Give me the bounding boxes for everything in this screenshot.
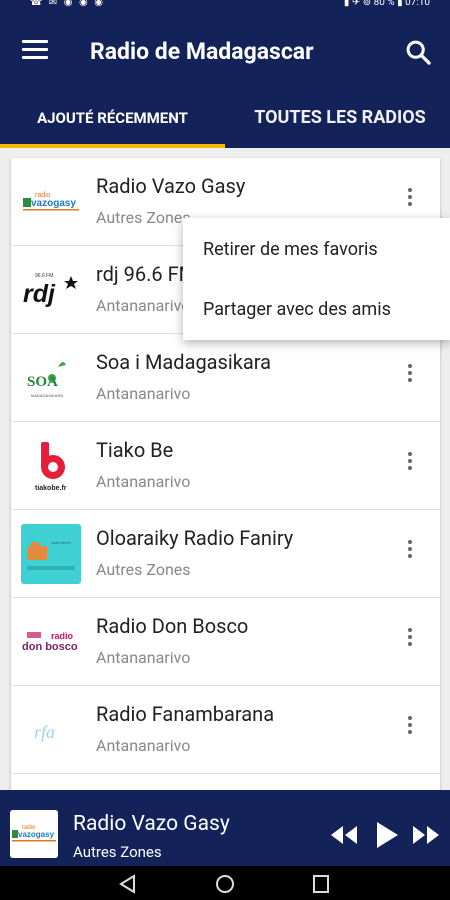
- svg-text:radio faniry: radio faniry: [51, 540, 71, 545]
- home-icon[interactable]: [214, 874, 236, 894]
- svg-text:vazogasy: vazogasy: [31, 198, 76, 209]
- station-location: Autres Zones: [96, 208, 191, 227]
- donbosco-logo: radio don bosco: [21, 612, 81, 672]
- back-icon[interactable]: [118, 874, 138, 894]
- station-name: Soa i Madagasikara: [96, 350, 272, 374]
- svg-text:radio: radio: [51, 631, 74, 641]
- menu-item-share-with-friends[interactable]: Partager avec des amis: [203, 288, 391, 332]
- station-row[interactable]: tiakobe.fr Tiako Be Antananarivo: [11, 422, 440, 510]
- station-name: rdj 96.6 FM: [96, 262, 197, 286]
- rfa-logo: rfa: [21, 700, 81, 760]
- status-bar: ☎ ✉ ◉ ◉ ◉ ▮ ✈ ⊚ 80 % ▮ 07:10: [0, 0, 450, 12]
- more-options-icon[interactable]: [402, 364, 418, 392]
- status-icons-left: ☎ ✉ ◉ ◉ ◉: [30, 0, 105, 8]
- hamburger-menu-icon[interactable]: [22, 40, 48, 62]
- station-name: Tiako Be: [96, 438, 174, 462]
- recents-icon[interactable]: [311, 874, 331, 894]
- station-name: Oloaraiky Radio Faniry: [96, 526, 294, 550]
- svg-text:96.6 FM: 96.6 FM: [35, 273, 53, 279]
- station-row[interactable]: SOA MADAGASIKARA Soa i Madagasikara Anta…: [11, 334, 440, 422]
- station-row[interactable]: rfa Radio Fanambarana Antananarivo: [11, 686, 440, 774]
- svg-text:MADAGASIKARA: MADAGASIKARA: [31, 393, 63, 398]
- more-options-icon[interactable]: [402, 540, 418, 568]
- svg-text:SOA: SOA: [27, 374, 58, 390]
- station-row[interactable]: radio faniry Oloaraiky Radio Faniry Autr…: [11, 510, 440, 598]
- player-station-name: Radio Vazo Gasy: [73, 812, 230, 836]
- status-icons-right: ▮ ✈ ⊚ 80 % ▮ 07:10: [343, 0, 430, 8]
- svg-text:tiakobe.fr: tiakobe.fr: [35, 485, 67, 492]
- tab-bar: AJOUTÉ RÉCEMMENT TOUTES LES RADIOS: [0, 94, 450, 148]
- station-location: Antananarivo: [96, 736, 191, 755]
- faniry-logo: radio faniry: [21, 524, 81, 584]
- more-options-icon[interactable]: [402, 628, 418, 656]
- tiakobe-logo: tiakobe.fr: [21, 436, 81, 496]
- station-row[interactable]: [11, 774, 440, 790]
- player-station-logo: radio vazogasy: [10, 810, 58, 858]
- svg-text:rfa: rfa: [34, 722, 55, 742]
- station-location: Antananarivo: [96, 648, 191, 667]
- station-name: Radio Fanambarana: [96, 702, 275, 726]
- tab-all-radios[interactable]: TOUTES LES RADIOS: [230, 94, 450, 148]
- options-popup-menu: Retirer de mes favoris Partager avec des…: [183, 218, 450, 340]
- station-location: Antananarivo: [96, 296, 191, 315]
- vazogasy-logo: radio vazogasy: [21, 172, 81, 232]
- soa-logo: SOA MADAGASIKARA: [21, 348, 81, 408]
- station-name: Radio Don Bosco: [96, 614, 249, 638]
- station-row[interactable]: radio don bosco Radio Don Bosco Antanana…: [11, 598, 440, 686]
- station-name: Radio Vazo Gasy: [96, 174, 246, 198]
- mini-player[interactable]: radio vazogasy Radio Vazo Gasy Autres Zo…: [0, 790, 450, 866]
- system-nav-bar: [0, 866, 450, 900]
- station-location: Antananarivo: [96, 472, 191, 491]
- app-title: Radio de Madagascar: [90, 38, 314, 65]
- station-location: Antananarivo: [96, 384, 191, 403]
- svg-text:rdj: rdj: [23, 280, 56, 308]
- fast-forward-icon[interactable]: [412, 824, 440, 846]
- menu-item-remove-favorite[interactable]: Retirer de mes favoris: [203, 228, 378, 272]
- search-icon[interactable]: [404, 38, 432, 66]
- app-bar: Radio de Madagascar: [0, 12, 450, 94]
- rewind-icon[interactable]: [330, 824, 358, 846]
- player-station-location: Autres Zones: [73, 843, 162, 861]
- tab-recently-added[interactable]: AJOUTÉ RÉCEMMENT: [0, 94, 225, 148]
- svg-text:don bosco: don bosco: [22, 641, 78, 653]
- more-options-icon[interactable]: [402, 452, 418, 480]
- more-options-icon[interactable]: [402, 716, 418, 744]
- more-options-icon[interactable]: [402, 188, 418, 216]
- play-icon[interactable]: [375, 821, 399, 849]
- station-location: Autres Zones: [96, 560, 191, 579]
- rdj-logo: 96.6 FM rdj: [21, 260, 81, 320]
- svg-text:vazogasy: vazogasy: [18, 830, 55, 839]
